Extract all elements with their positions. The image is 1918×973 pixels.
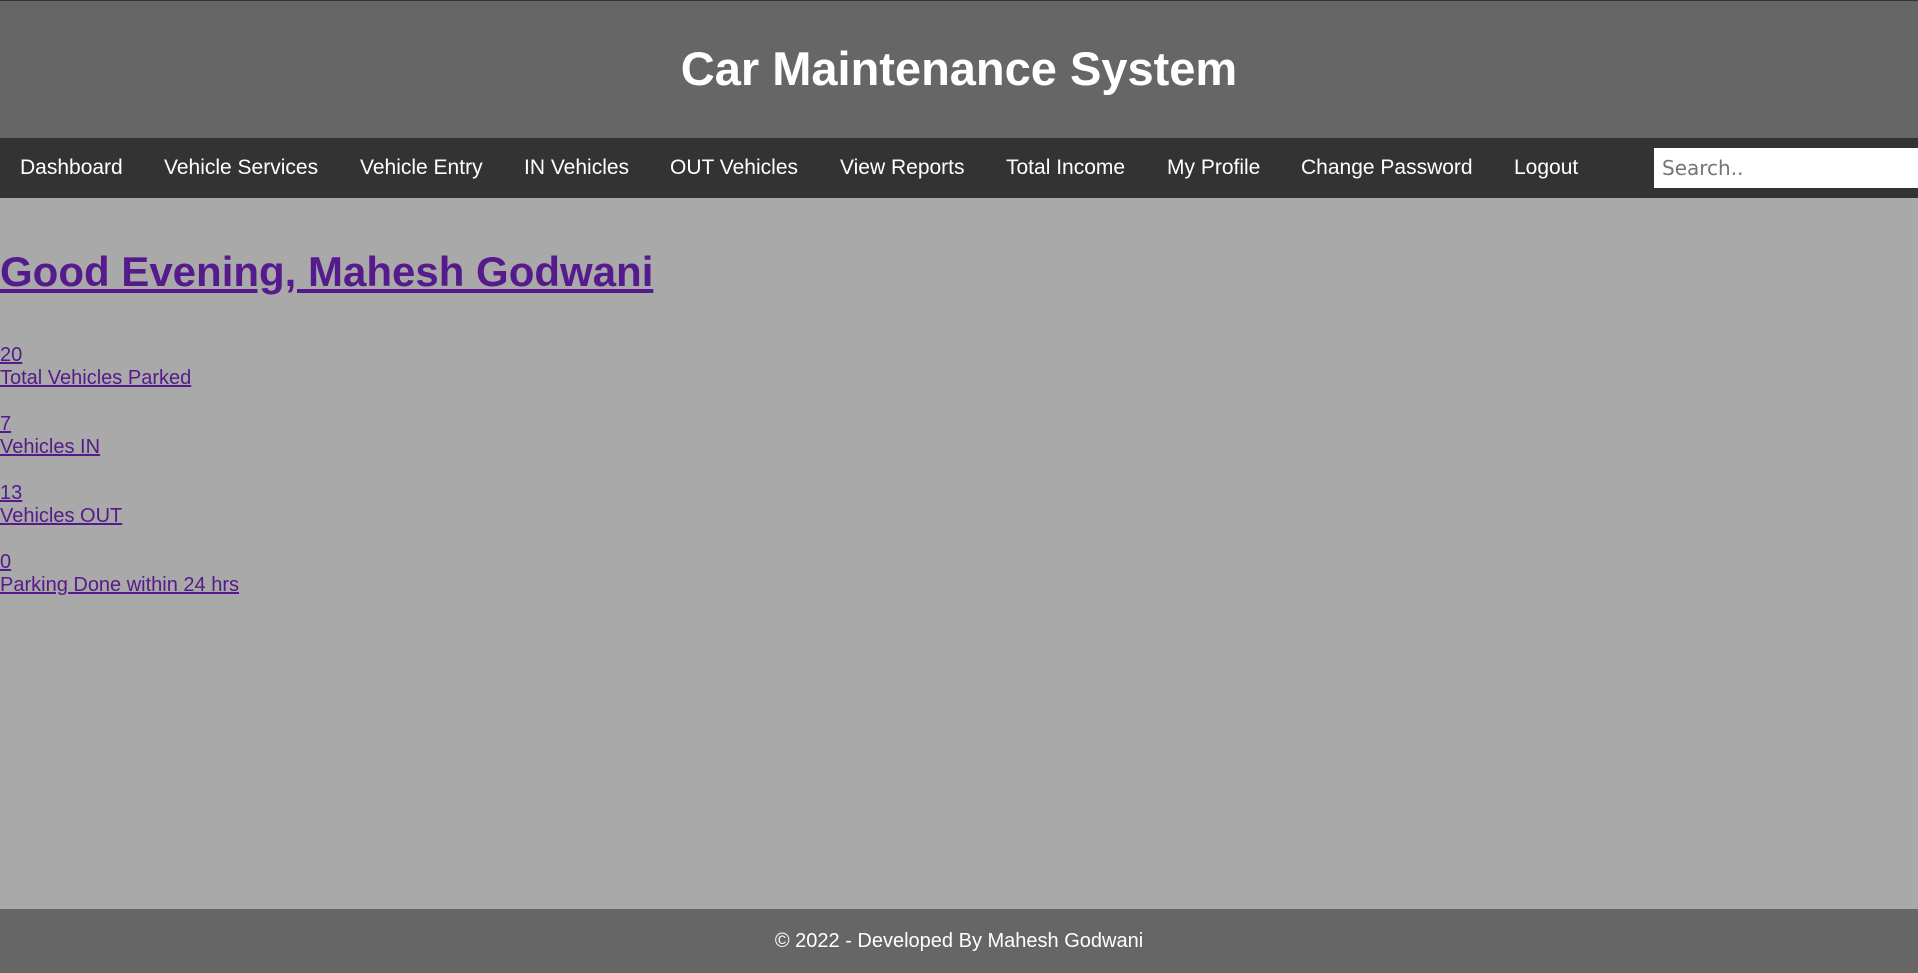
stat-label: Parking Done within 24 hrs [0, 574, 240, 596]
search-input[interactable] [1654, 148, 1918, 188]
stat-parking-within-24-hrs[interactable]: 0 Parking Done within 24 hrs [0, 551, 239, 597]
nav-item-in-vehicles[interactable]: IN Vehicles [524, 138, 629, 198]
nav-item-out-vehicles[interactable]: OUT Vehicles [670, 138, 798, 198]
stat-total-vehicles-parked[interactable]: 20 Total Vehicles Parked [0, 344, 191, 390]
footer-text: © 2022 - Developed By Mahesh Godwani [774, 930, 1144, 952]
stat-label: Total Vehicles Parked [0, 367, 192, 389]
nav-item-dashboard[interactable]: Dashboard [20, 138, 123, 198]
nav-item-total-income[interactable]: Total Income [1006, 138, 1125, 198]
greeting-heading[interactable]: Good Evening, Mahesh Godwani [0, 244, 653, 300]
stat-vehicles-in[interactable]: 7 Vehicles IN [0, 413, 100, 459]
site-title: Car Maintenance System [680, 42, 1238, 95]
top-nav: Dashboard Vehicle Services Vehicle Entry… [0, 138, 1918, 198]
stat-label: Vehicles OUT [0, 505, 123, 527]
stat-value: 13 [0, 482, 23, 504]
site-footer: © 2022 - Developed By Mahesh Godwani [0, 909, 1918, 973]
nav-item-view-reports[interactable]: View Reports [840, 138, 965, 198]
nav-item-logout[interactable]: Logout [1514, 138, 1578, 198]
stat-value: 20 [0, 344, 23, 366]
stat-label: Vehicles IN [0, 436, 101, 458]
nav-item-change-password[interactable]: Change Password [1301, 138, 1473, 198]
nav-item-vehicle-services[interactable]: Vehicle Services [164, 138, 318, 198]
stat-value: 7 [0, 413, 12, 435]
site-header: Car Maintenance System [0, 0, 1918, 138]
nav-item-my-profile[interactable]: My Profile [1167, 138, 1260, 198]
nav-item-vehicle-entry[interactable]: Vehicle Entry [360, 138, 483, 198]
stat-vehicles-out[interactable]: 13 Vehicles OUT [0, 482, 122, 528]
stat-value: 0 [0, 551, 12, 573]
